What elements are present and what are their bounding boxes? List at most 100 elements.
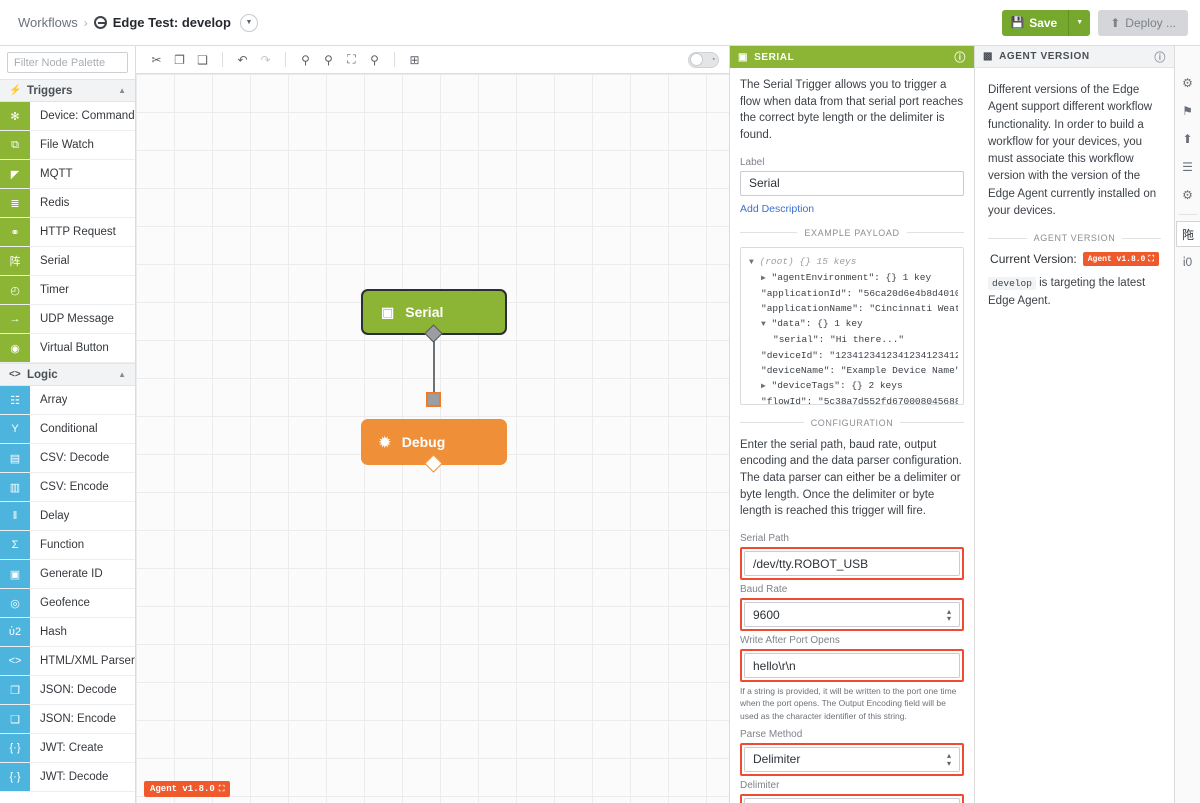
question-circle-icon[interactable]: ⓘ (954, 49, 966, 65)
palette-item-csv-encode[interactable]: ▥ CSV: Encode (0, 473, 135, 502)
palette-item-generate-id[interactable]: ▣ Generate ID (0, 560, 135, 589)
canvas-lock-toggle[interactable]: ▪ (688, 51, 719, 68)
debug-node-input-port[interactable] (426, 392, 441, 407)
palette-item-html-xml-parser[interactable]: <> HTML/XML Parser (0, 647, 135, 676)
canvas-node-serial-label: Serial (405, 304, 444, 320)
targeting-branch-chip: develop (988, 277, 1036, 290)
palette-item-label: Geofence (40, 597, 90, 609)
copy-button[interactable]: ❐ (169, 49, 190, 70)
palette-item-function[interactable]: Σ Function (0, 531, 135, 560)
copy-icon: ❐ (174, 52, 185, 67)
workflow-version-dropdown-button[interactable]: ▼ (239, 13, 258, 32)
question-circle-icon[interactable]: ⓘ (1154, 49, 1166, 65)
palette-item-mqtt[interactable]: ◤ MQTT (0, 160, 135, 189)
example-payload-tree[interactable]: ▼ (root) {} 15 keys ▶ "agentEnvironment":… (740, 246, 964, 405)
parse-method-control: ▴▾ (744, 746, 960, 772)
write-after-port-opens-input[interactable] (744, 653, 960, 679)
palette-item-delay[interactable]: ‖ Delay (0, 502, 135, 531)
cut-button[interactable]: ✂ (146, 49, 167, 70)
palette-item-serial[interactable]: 阵 Serial (0, 247, 135, 276)
palette-item-csv-decode[interactable]: ▤ CSV: Decode (0, 444, 135, 473)
payload-row[interactable]: ▼ "data": {} 1 key (749, 316, 958, 332)
rail-button-agent-version[interactable]: 陁 (1175, 221, 1200, 247)
delimiter-input[interactable] (744, 797, 960, 803)
field-group-write-after-port-opens: Write After Port Opens If a string is pro… (740, 635, 964, 722)
palette-item-timer[interactable]: ◴ Timer (0, 276, 135, 305)
label-field-input[interactable] (740, 170, 964, 196)
palette-item-virtual-button[interactable]: ◉ Virtual Button (0, 334, 135, 363)
zoom-out-button[interactable]: ⚲ (318, 49, 339, 70)
current-version-badge[interactable]: Agent v1.8.0 ⛶ (1082, 252, 1159, 266)
canvas-agent-version-label: Agent v1.8.0 (150, 784, 215, 794)
palette-item-redis[interactable]: ≣ Redis (0, 189, 135, 218)
toolbar-divider (222, 52, 223, 67)
node-palette-list[interactable]: ⚡ Triggers ▲ ✻ Device: Command ⧉ File Watch ◤ MQ… (0, 79, 135, 803)
zoom-in-button[interactable]: ⚲ (295, 49, 316, 70)
serial-panel-description: The Serial Trigger allows you to trigger… (740, 79, 964, 142)
add-note-button[interactable]: ⊞ (404, 49, 425, 70)
undo-button[interactable]: ↶ (232, 49, 253, 70)
payload-row-text: "agentEnvironment": {} 1 key (771, 271, 932, 283)
payload-row: "applicationId": "56ca20d6e4b8d40100 (749, 286, 958, 301)
payload-row[interactable]: ▶ "agentEnvironment": {} 1 key (749, 270, 958, 286)
palette-item-udp-message[interactable]: → UDP Message (0, 305, 135, 334)
palette-item-http-request[interactable]: ⚭ HTTP Request (0, 218, 135, 247)
palette-item-geofence[interactable]: ◎ Geofence (0, 589, 135, 618)
palette-item-label: Virtual Button (40, 342, 109, 354)
broadcast-icon: ◤ (0, 160, 30, 188)
palette-item-conditional[interactable]: Υ Conditional (0, 415, 135, 444)
deploy-button[interactable]: ⬆ Deploy ... (1098, 9, 1188, 36)
add-description-link[interactable]: Add Description (740, 203, 814, 215)
palette-item-hash[interactable]: ὑ2 Hash (0, 618, 135, 647)
serial-path-input[interactable] (744, 551, 960, 577)
palette-item-file-watch[interactable]: ⧉ File Watch (0, 131, 135, 160)
palette-item-json-decode[interactable]: ❐ JSON: Decode (0, 676, 135, 705)
palette-item-json-encode[interactable]: ❑ JSON: Encode (0, 705, 135, 734)
palette-item-jwt-create[interactable]: {·} JWT: Create (0, 734, 135, 763)
palette-item-label: MQTT (40, 168, 73, 180)
payload-row[interactable]: ▼ (root) {} 15 keys (749, 254, 958, 270)
baud-rate-highlight-box: ▴▾ (740, 598, 964, 632)
payload-row-text: "deviceName": "Example Device Name" (761, 365, 958, 377)
palette-group-triggers[interactable]: ⚡ Triggers ▲ (0, 79, 135, 102)
palette-group-logic[interactable]: <> Logic ▲ (0, 363, 135, 386)
rail-button-debug-config[interactable]: ⚙ (1176, 182, 1200, 208)
lock-icon: ▪ (712, 56, 715, 63)
sigma-icon: Σ (0, 531, 30, 559)
serial-chip-icon: ▣ (738, 51, 749, 63)
paste-button[interactable]: ❑ (192, 49, 213, 70)
palette-item-label: Function (40, 539, 85, 551)
rail-button-globe[interactable]: ἱ0 (1176, 249, 1200, 275)
configuration-title: CONFIGURATION (810, 417, 894, 428)
workflow-canvas[interactable]: ▣ Serial ✹ Debug Agent v1.8.0 ⛶ (136, 74, 729, 803)
palette-group-label: Triggers (27, 84, 73, 97)
serial-panel-title: SERIAL (754, 51, 795, 63)
tree-toggle-icon[interactable]: ▶ (761, 274, 766, 283)
palette-item-device-command[interactable]: ✻ Device: Command (0, 102, 135, 131)
rail-button-flags[interactable]: ⚑ (1176, 98, 1200, 124)
rail-button-deploy[interactable]: ⬆ (1176, 126, 1200, 152)
parse-method-select[interactable] (744, 746, 960, 772)
rail-button-storage[interactable]: ☰ (1176, 154, 1200, 180)
agent-panel-title: AGENT VERSION (999, 51, 1090, 62)
canvas-agent-version-badge[interactable]: Agent v1.8.0 ⛶ (144, 781, 231, 797)
tree-toggle-icon[interactable]: ▼ (761, 320, 766, 329)
filter-node-palette-input[interactable] (7, 52, 128, 73)
right-icon-rail: ⚙ ⚑ ⬆ ☰ ⚙ 陁 ἱ0 (1174, 46, 1200, 803)
breadcrumb-workflows-link[interactable]: Workflows (18, 15, 78, 30)
palette-item-array[interactable]: ☷ Array (0, 386, 135, 415)
fit-view-button[interactable]: ⛶ (341, 49, 362, 70)
rail-button-settings[interactable]: ⚙ (1176, 70, 1200, 96)
save-button[interactable]: 💾 Save (1001, 9, 1069, 36)
save-options-dropdown-button[interactable]: ▼ (1068, 9, 1091, 36)
serial-chip-icon: ▣ (381, 303, 395, 320)
zoom-reset-button[interactable]: ⚲ (364, 49, 385, 70)
palette-item-jwt-decode[interactable]: {·} JWT: Decode (0, 763, 135, 792)
delimiter-highlight-box (740, 793, 964, 803)
payload-row[interactable]: ▶ "deviceTags": {} 2 keys (749, 378, 958, 394)
palette-item-label: Timer (40, 284, 69, 296)
tree-toggle-icon[interactable]: ▶ (761, 382, 766, 391)
tree-toggle-icon[interactable]: ▼ (749, 258, 754, 267)
baud-rate-select[interactable] (744, 602, 960, 628)
palette-item-label: Array (40, 394, 68, 406)
